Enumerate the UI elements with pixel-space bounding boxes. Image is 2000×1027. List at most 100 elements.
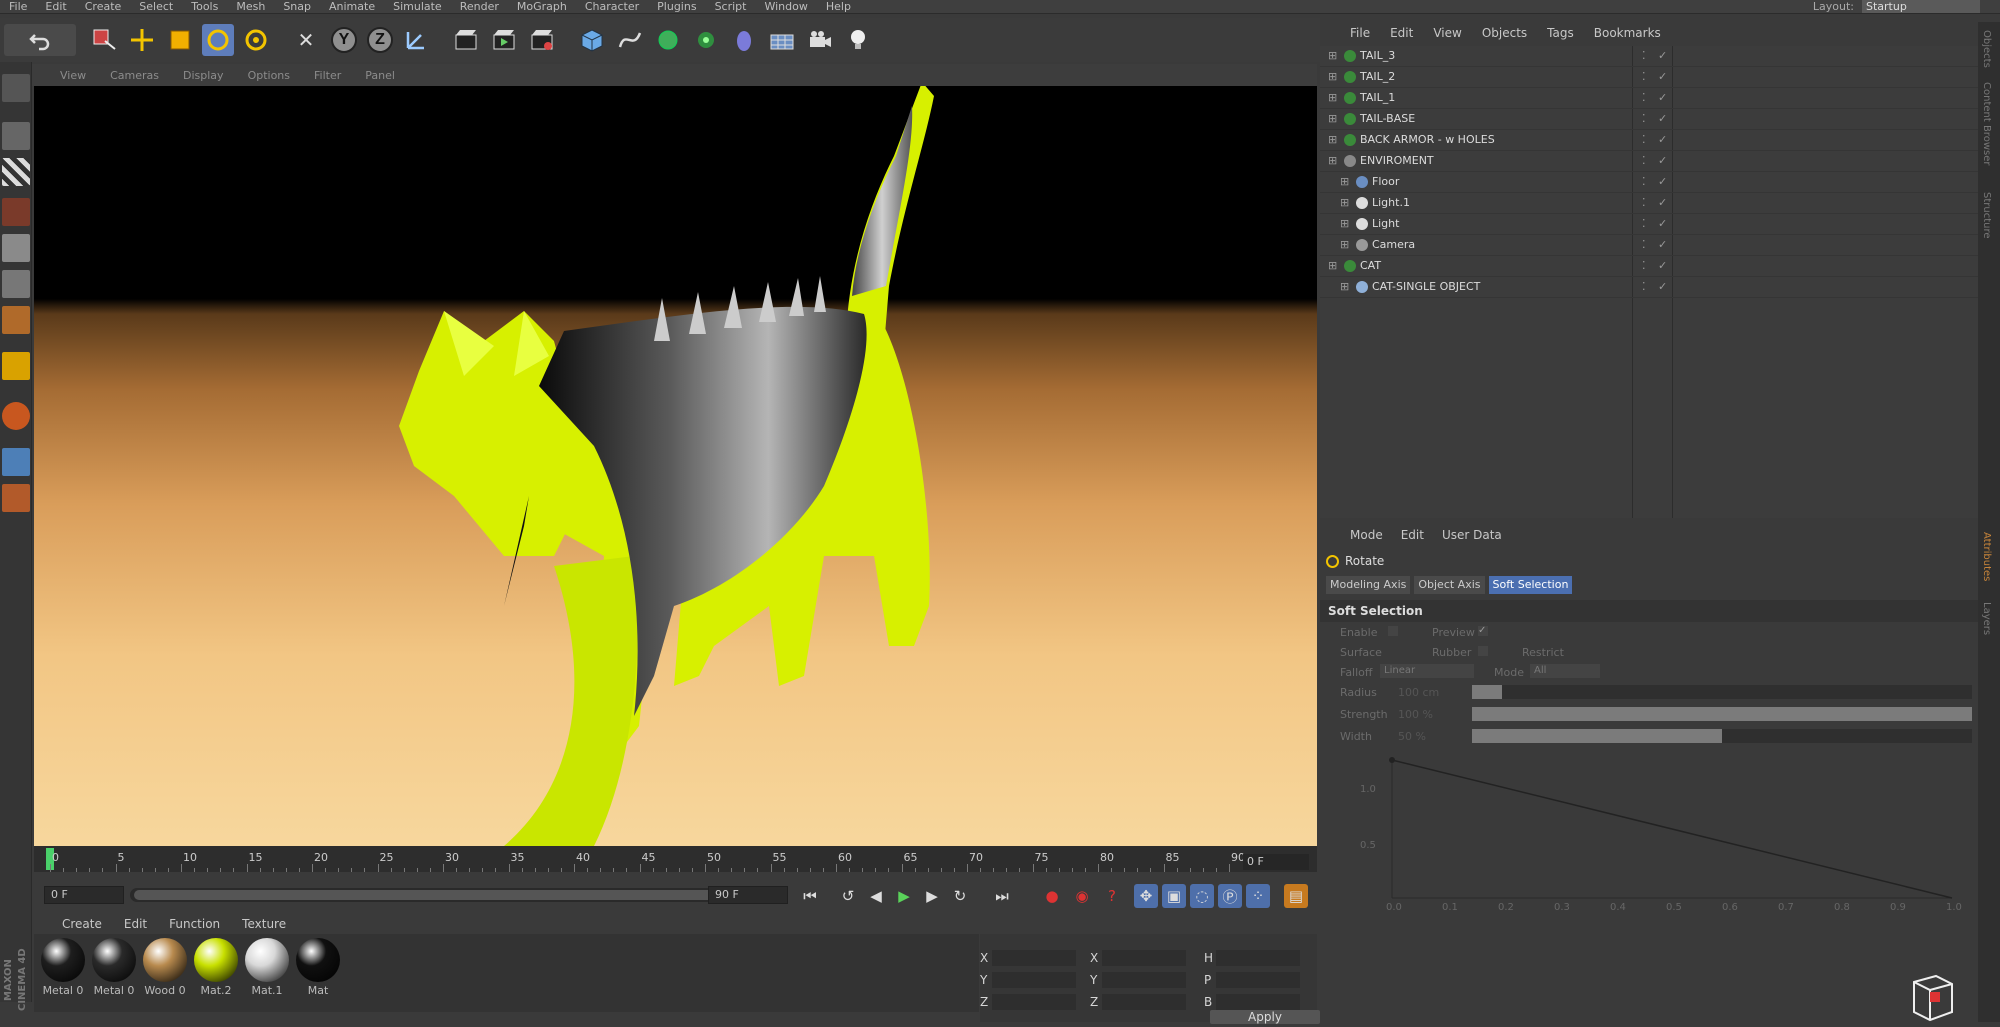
tab-modeling-axis[interactable]: Modeling Axis <box>1326 576 1411 594</box>
add-light-button[interactable] <box>842 24 874 56</box>
tree-toggle-icon[interactable]: ⊞ <box>1340 217 1349 230</box>
object-menu-objects[interactable]: Objects <box>1482 26 1527 40</box>
side-tab-objects[interactable]: Objects <box>1981 30 1992 68</box>
rubber-checkbox[interactable] <box>1478 646 1488 656</box>
side-tab-layers[interactable]: Layers <box>1981 602 1992 635</box>
goto-end-button[interactable]: ⏭ <box>990 884 1014 908</box>
menu-item-snap[interactable]: Snap <box>274 0 320 13</box>
enable-checkbox[interactable] <box>1388 626 1398 636</box>
menu-item-tools[interactable]: Tools <box>182 0 227 13</box>
tree-toggle-icon[interactable]: ⊞ <box>1328 112 1337 125</box>
autokey-button[interactable]: ◉ <box>1070 884 1094 908</box>
menu-item-character[interactable]: Character <box>576 0 648 13</box>
visibility-dots-icon[interactable]: ⁚ <box>1642 133 1646 146</box>
enabled-check-icon[interactable]: ✓ <box>1658 196 1667 209</box>
menu-item-script[interactable]: Script <box>706 0 756 13</box>
object-row[interactable]: ⊞ CAT ⁚ ✓ <box>1320 256 1978 277</box>
attr-menu-user-data[interactable]: User Data <box>1442 528 1502 542</box>
apply-button[interactable]: Apply <box>1210 1010 1320 1024</box>
attr-menu-edit[interactable]: Edit <box>1401 528 1424 542</box>
menu-item-render[interactable]: Render <box>451 0 508 13</box>
frame-range-slider[interactable] <box>130 888 730 902</box>
tree-toggle-icon[interactable]: ⊞ <box>1340 196 1349 209</box>
tree-toggle-icon[interactable]: ⊞ <box>1340 238 1349 251</box>
add-floor-button[interactable] <box>766 24 798 56</box>
enabled-check-icon[interactable]: ✓ <box>1658 112 1667 125</box>
menu-item-file[interactable]: File <box>0 0 36 13</box>
tree-toggle-icon[interactable]: ⊞ <box>1328 49 1337 62</box>
viewport-menu-options[interactable]: Options <box>248 69 290 82</box>
texture-mode-button[interactable] <box>2 158 30 186</box>
coordinate-field[interactable] <box>1102 950 1186 966</box>
object-row[interactable]: ⊞ TAIL-BASE ⁚ ✓ <box>1320 109 1978 130</box>
tree-toggle-icon[interactable]: ⊞ <box>1328 133 1337 146</box>
end-frame-field[interactable]: 90 F <box>708 886 788 904</box>
visibility-dots-icon[interactable]: ⁚ <box>1642 112 1646 125</box>
add-spline-button[interactable] <box>614 24 646 56</box>
menu-item-window[interactable]: Window <box>755 0 816 13</box>
tree-toggle-icon[interactable]: ⊞ <box>1328 70 1337 83</box>
menu-item-edit[interactable]: Edit <box>36 0 75 13</box>
material-swatch[interactable]: Metal 0 <box>89 938 139 997</box>
tab-soft-selection[interactable]: Soft Selection <box>1488 576 1573 594</box>
render-settings-button[interactable] <box>526 24 558 56</box>
falloff-select[interactable]: Linear <box>1380 664 1474 678</box>
coordinate-field[interactable] <box>1102 972 1186 988</box>
scale-button[interactable] <box>164 24 196 56</box>
enabled-check-icon[interactable]: ✓ <box>1658 280 1667 293</box>
material-swatch[interactable]: Mat <box>293 938 343 997</box>
timeline-ruler[interactable]: 0 5 10 15 20 25 30 35 40 45 50 55 60 65 70 75 80 85 90 <box>34 846 1317 872</box>
coordinate-field[interactable] <box>1216 950 1300 966</box>
enabled-check-icon[interactable]: ✓ <box>1658 238 1667 251</box>
falloff-curve-graph[interactable]: 0.0 0.1 0.2 0.3 0.4 0.5 0.6 0.7 0.8 0.9 1.0 1.0 0.5 <box>1352 748 1962 918</box>
prev-frame-button[interactable]: ◀ <box>864 884 888 908</box>
coordinate-system-button[interactable] <box>400 24 432 56</box>
viewport-menu-view[interactable]: View <box>60 69 86 82</box>
tree-toggle-icon[interactable]: ⊞ <box>1328 91 1337 104</box>
add-deformer-button[interactable] <box>728 24 760 56</box>
enabled-check-icon[interactable]: ✓ <box>1658 91 1667 104</box>
x-axis-lock-button[interactable]: ✕ <box>290 24 322 56</box>
enabled-check-icon[interactable]: ✓ <box>1658 49 1667 62</box>
material-swatch[interactable]: Mat.2 <box>191 938 241 997</box>
side-tab-attributes[interactable]: Attributes <box>1981 532 1992 581</box>
axis-mode-button[interactable] <box>2 352 30 380</box>
object-row[interactable]: ⊞ CAT-SINGLE OBJECT ⁚ ✓ <box>1320 277 1978 298</box>
record-point-level-button[interactable]: ⁘ <box>1246 884 1270 908</box>
material-menu-function[interactable]: Function <box>169 917 220 931</box>
record-position-button[interactable]: ✥ <box>1134 884 1158 908</box>
enabled-check-icon[interactable]: ✓ <box>1658 154 1667 167</box>
add-array-button[interactable] <box>690 24 722 56</box>
model-mode-button[interactable] <box>2 122 30 150</box>
edges-mode-button[interactable] <box>2 270 30 298</box>
visibility-dots-icon[interactable]: ⁚ <box>1642 91 1646 104</box>
coordinate-field[interactable] <box>1216 994 1300 1010</box>
y-axis-button[interactable]: Y <box>328 24 360 56</box>
tab-object-axis[interactable]: Object Axis <box>1414 576 1485 594</box>
goto-start-button[interactable]: ⏮ <box>798 884 822 908</box>
coordinate-field[interactable] <box>992 950 1076 966</box>
strength-slider[interactable] <box>1472 707 1972 721</box>
polygons-mode-button[interactable] <box>2 306 30 334</box>
width-slider[interactable] <box>1472 729 1972 743</box>
side-tab-structure[interactable]: Structure <box>1981 192 1992 239</box>
object-menu-tags[interactable]: Tags <box>1547 26 1574 40</box>
tree-toggle-icon[interactable]: ⊞ <box>1328 154 1337 167</box>
live-selection-button[interactable] <box>88 24 120 56</box>
material-swatch[interactable]: Wood 0 <box>140 938 190 997</box>
tree-toggle-icon[interactable]: ⊞ <box>1340 175 1349 188</box>
object-menu-bookmarks[interactable]: Bookmarks <box>1594 26 1661 40</box>
visibility-dots-icon[interactable]: ⁚ <box>1642 280 1646 293</box>
object-row[interactable]: ⊞ TAIL_2 ⁚ ✓ <box>1320 67 1978 88</box>
coordinate-field[interactable] <box>1216 972 1300 988</box>
record-key-button[interactable]: ● <box>1040 884 1064 908</box>
object-row[interactable]: ⊞ TAIL_1 ⁚ ✓ <box>1320 88 1978 109</box>
side-tab-content-browser[interactable]: Content Browser <box>1981 82 1992 165</box>
attr-menu-mode[interactable]: Mode <box>1350 528 1383 542</box>
add-cube-button[interactable] <box>576 24 608 56</box>
start-frame-field[interactable]: 0 F <box>44 886 124 904</box>
move-button[interactable] <box>126 24 158 56</box>
preview-checkbox[interactable]: ✓ <box>1478 626 1488 636</box>
mode-select[interactable]: All <box>1530 664 1600 678</box>
record-rotation-button[interactable]: ◌ <box>1190 884 1214 908</box>
